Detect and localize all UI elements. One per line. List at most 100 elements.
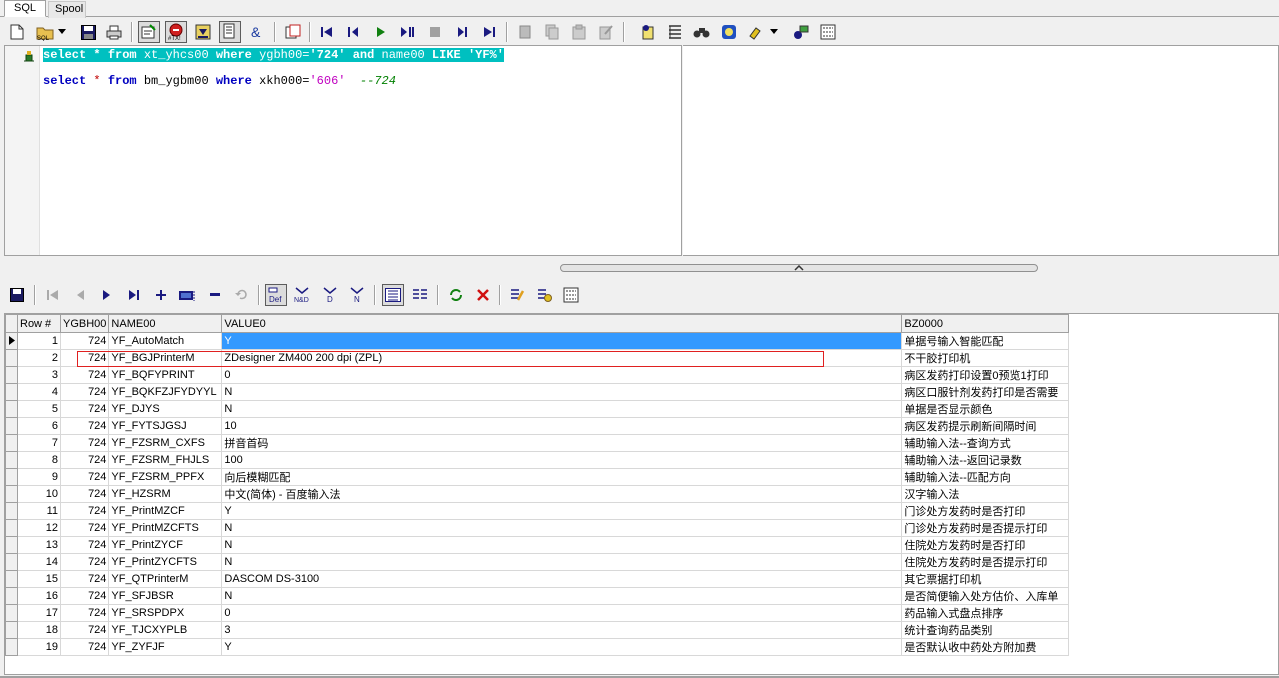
row-indicator[interactable] [5, 451, 18, 469]
bz0000-cell[interactable]: 其它票据打印机 [901, 570, 1070, 588]
row-indicator[interactable] [5, 604, 18, 622]
ygbh00-cell[interactable]: 724 [59, 366, 110, 384]
table-row[interactable]: 14 724 YF_PrintZYCFTS N 住院处方发药时是否提示打印 [5, 553, 1070, 571]
grid-save-icon[interactable] [6, 284, 28, 306]
row-number-cell[interactable]: 11 [17, 502, 61, 520]
bz0000-cell[interactable]: 是否简便输入处方估价、入库单 [901, 587, 1070, 605]
table-row[interactable]: 5 724 YF_DJYS N 单据是否显示颜色 [5, 400, 1070, 418]
ygbh00-cell[interactable]: 724 [59, 621, 110, 639]
name00-cell[interactable]: YF_BQFYPRINT [108, 366, 223, 384]
row-number-cell[interactable]: 17 [17, 604, 61, 622]
copy-icon[interactable] [541, 21, 563, 43]
open-dropdown-icon[interactable] [56, 21, 68, 43]
row-indicator[interactable] [5, 400, 18, 418]
bz0000-cell[interactable]: 药品输入式盘点排序 [901, 604, 1070, 622]
name00-cell[interactable]: YF_HZSRM [108, 485, 223, 503]
grid-duplicate-icon[interactable] [177, 284, 199, 306]
value0-cell[interactable]: 0 [221, 604, 903, 622]
row-indicator[interactable] [5, 417, 18, 435]
cut-icon[interactable] [514, 21, 536, 43]
row-indicator[interactable] [5, 536, 18, 554]
ampersand-icon[interactable]: & [246, 21, 268, 43]
name00-cell[interactable]: YF_FZSRM_PPFX [108, 468, 223, 486]
row-indicator[interactable] [5, 587, 18, 605]
name00-cell[interactable]: YF_AutoMatch [108, 332, 223, 350]
row-number-cell[interactable]: 18 [17, 621, 61, 639]
value0-cell[interactable]: N [221, 383, 903, 401]
query-builder-icon[interactable] [637, 21, 659, 43]
grid-first-icon[interactable] [42, 284, 64, 306]
edit-record-icon[interactable] [506, 284, 528, 306]
ygbh00-cell[interactable]: 724 [59, 468, 110, 486]
row-indicator[interactable] [5, 621, 18, 639]
ygbh00-cell[interactable]: 724 [59, 400, 110, 418]
bz0000-cell[interactable]: 住院处方发药时是否打印 [901, 536, 1070, 554]
name00-cell[interactable]: YF_BGJPrinterM [108, 349, 223, 367]
value0-cell[interactable]: N [221, 519, 903, 537]
next-icon[interactable] [451, 21, 473, 43]
row-indicator[interactable] [5, 638, 18, 656]
ygbh00-cell[interactable]: 724 [59, 536, 110, 554]
grid-last-icon[interactable] [123, 284, 145, 306]
name00-cell[interactable]: YF_FZSRM_CXFS [108, 434, 223, 452]
clear-icon[interactable] [595, 21, 617, 43]
grid-delete-icon[interactable] [204, 284, 226, 306]
format-sql-icon[interactable] [219, 21, 241, 43]
row-number-cell[interactable]: 8 [17, 451, 61, 469]
name00-cell[interactable]: YF_DJYS [108, 400, 223, 418]
row-number-cell[interactable]: 16 [17, 587, 61, 605]
bz0000-cell[interactable]: 门诊处方发药时是否提示打印 [901, 519, 1070, 537]
bz0000-cell[interactable]: 住院处方发药时是否提示打印 [901, 553, 1070, 571]
grid-next-icon[interactable] [96, 284, 118, 306]
row-number-cell[interactable]: 7 [17, 434, 61, 452]
halt-icon[interactable] [424, 21, 446, 43]
bookmark-icon[interactable] [817, 21, 839, 43]
name00-cell[interactable]: YF_FYTSJGSJ [108, 417, 223, 435]
first-icon[interactable] [316, 21, 338, 43]
value0-cell[interactable]: 0 [221, 366, 903, 384]
sql-editor[interactable]: select * from xt_yhcs00 where ygbh00='72… [4, 45, 682, 256]
table-row[interactable]: 4 724 YF_BQKFZJFYDYYL N 病区口服针剂发药打印是否需要 [5, 383, 1070, 401]
row-number-cell[interactable]: 13 [17, 536, 61, 554]
row-number-cell[interactable]: 15 [17, 570, 61, 588]
row-indicator[interactable] [5, 502, 18, 520]
grid-refresh-icon[interactable] [231, 284, 253, 306]
bz0000-cell[interactable]: 不干胶打印机 [901, 349, 1070, 367]
value0-cell[interactable]: N [221, 400, 903, 418]
cancel-changes-icon[interactable] [472, 284, 494, 306]
name00-cell[interactable]: YF_PrintMZCFTS [108, 519, 223, 537]
table-row[interactable]: 16 724 YF_SFJBSR N 是否简便输入处方估价、入库单 [5, 587, 1070, 605]
name00-cell[interactable]: YF_SRSPDPX [108, 604, 223, 622]
paste-icon[interactable] [568, 21, 590, 43]
collapse-arrow-icon[interactable] [794, 265, 804, 271]
compile-icon[interactable] [790, 21, 812, 43]
run-icon[interactable] [370, 21, 392, 43]
bz0000-cell[interactable]: 辅助输入法--查询方式 [901, 434, 1070, 452]
name00-cell[interactable]: YF_QTPrinterM [108, 570, 223, 588]
table-row[interactable]: 1 724 YF_AutoMatch Y 单据号输入智能匹配 [5, 332, 1070, 350]
bz0000-cell[interactable]: 辅助输入法--返回记录数 [901, 451, 1070, 469]
name00-cell[interactable]: YF_PrintMZCF [108, 502, 223, 520]
value0-cell[interactable]: N [221, 587, 903, 605]
grid-n-icon[interactable]: N [346, 284, 368, 306]
table-row[interactable]: 11 724 YF_PrintMZCF Y 门诊处方发药时是否打印 [5, 502, 1070, 520]
row-indicator[interactable] [5, 553, 18, 571]
record-info-icon[interactable] [560, 284, 582, 306]
ygbh00-cell[interactable]: 724 [59, 638, 110, 656]
bz0000-cell[interactable]: 病区发药打印设置0预览1打印 [901, 366, 1070, 384]
column-header[interactable]: Row # [17, 314, 61, 333]
post-changes-icon[interactable] [445, 284, 467, 306]
name00-cell[interactable]: YF_PrintZYCF [108, 536, 223, 554]
table-row[interactable]: 7 724 YF_FZSRM_CXFS 拼音首码 辅助输入法--查询方式 [5, 434, 1070, 452]
table-row[interactable]: 10 724 YF_HZSRM 中文(简体) - 百度输入法 汉字输入法 [5, 485, 1070, 503]
table-row[interactable]: 15 724 YF_QTPrinterM DASCOM DS-3100 其它票据打印机 [5, 570, 1070, 588]
bz0000-cell[interactable]: 汉字输入法 [901, 485, 1070, 503]
value0-cell[interactable]: 3 [221, 621, 903, 639]
row-indicator[interactable] [5, 519, 18, 537]
copy-record-icon[interactable] [282, 21, 304, 43]
value0-cell[interactable]: N [221, 536, 903, 554]
highlight-icon[interactable] [745, 21, 767, 43]
row-number-cell[interactable]: 12 [17, 519, 61, 537]
ygbh00-cell[interactable]: 724 [59, 383, 110, 401]
open-sql-icon[interactable]: SQL [34, 21, 56, 43]
